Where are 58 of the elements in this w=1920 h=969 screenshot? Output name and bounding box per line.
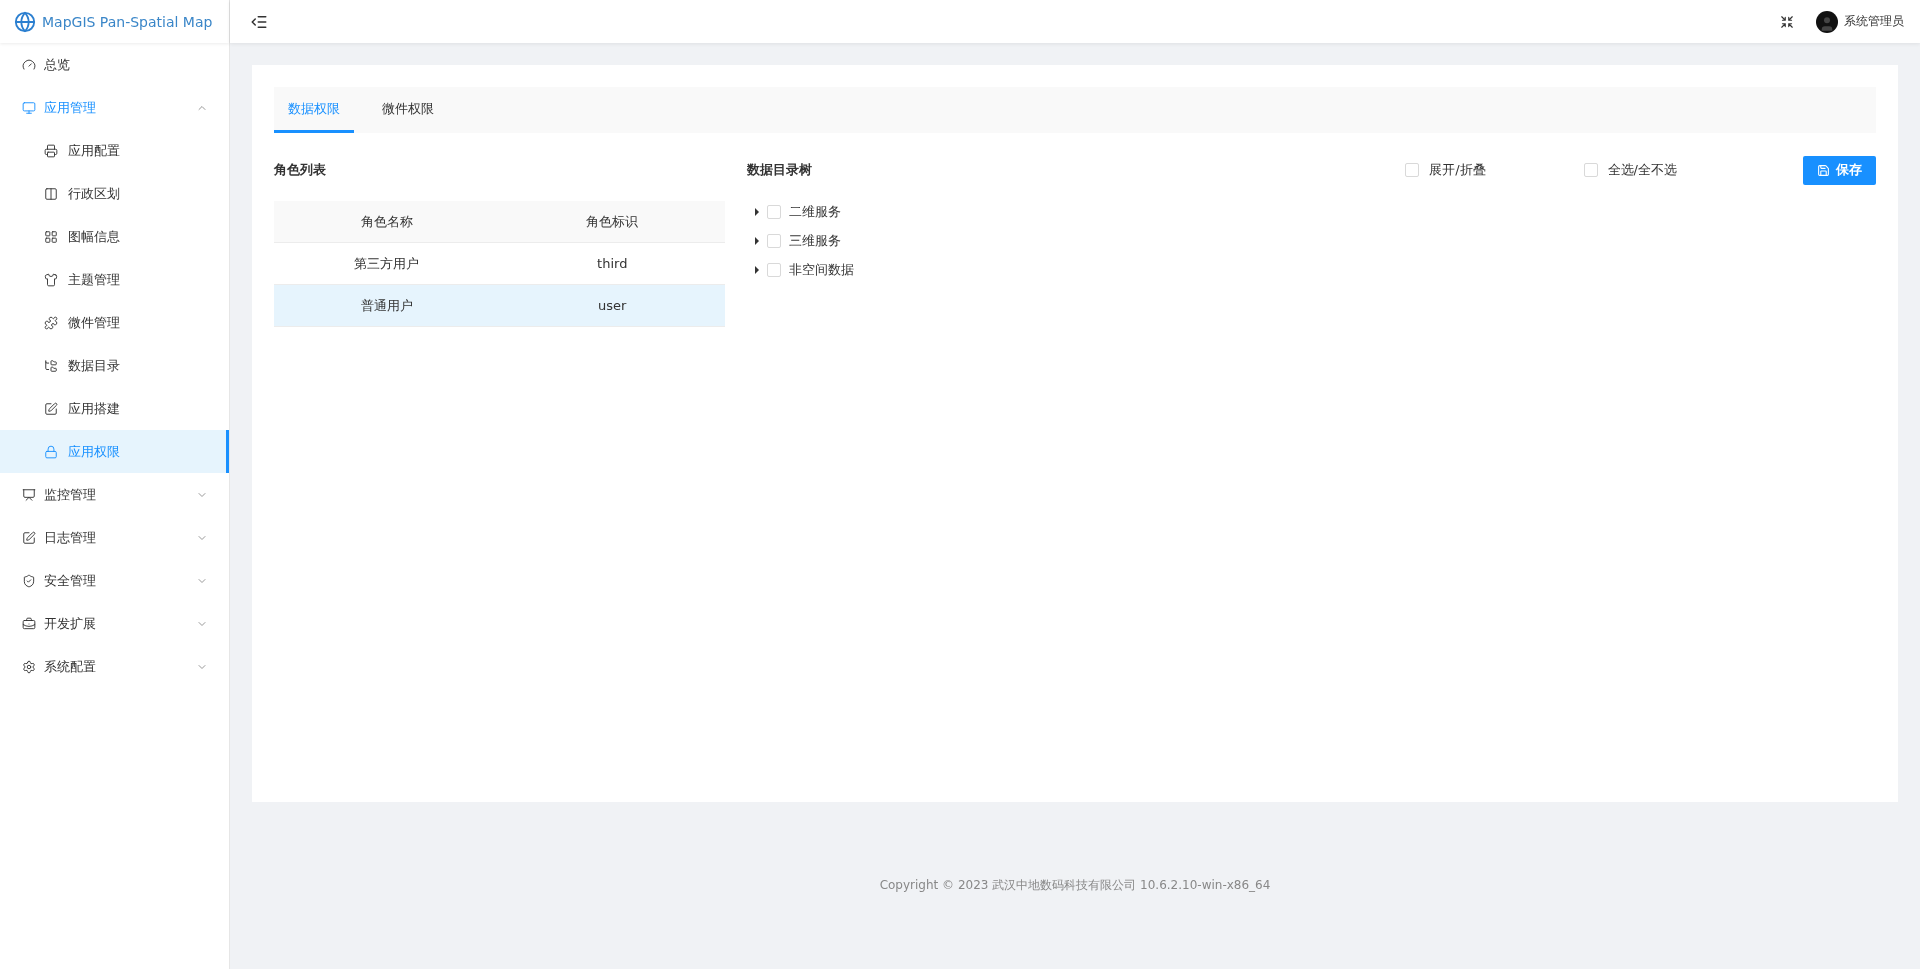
globe-icon [14, 10, 36, 33]
shield-icon [22, 573, 36, 588]
tree-node-label[interactable]: 二维服务 [789, 202, 841, 221]
printer-icon [44, 143, 58, 158]
shirt-icon [44, 272, 58, 287]
settings-icon [22, 659, 36, 674]
lock-icon [44, 444, 58, 459]
monitor-icon [22, 100, 36, 115]
checkbox-label: 展开/折叠 [1429, 161, 1486, 179]
column-header: 角色名称 [359, 212, 414, 231]
copyright-text: Copyright © 2023 武汉中地数码科技有限公司 10.6.2.10-win-x86_64 [879, 877, 1271, 894]
sidebar-item[interactable]: 微件管理 [0, 301, 229, 344]
puzzle-icon [44, 315, 58, 330]
gauge-icon [22, 57, 36, 72]
sidebar-item[interactable]: 应用搭建 [0, 387, 229, 430]
checkbox[interactable] [1405, 163, 1420, 177]
table-cell-text: 第三方用户 [353, 254, 421, 273]
sidebar-item[interactable]: 日志管理 [0, 516, 229, 559]
folder-tree-icon [44, 358, 58, 373]
grid-icon [44, 229, 58, 244]
sidebar-item[interactable]: 图幅信息 [0, 215, 229, 258]
tab[interactable]: 微件权限 [368, 87, 448, 133]
sidebar-item[interactable]: 开发扩展 [0, 602, 229, 645]
table-cell-text: user [597, 297, 628, 315]
avatar-icon[interactable] [1816, 10, 1838, 33]
sidebar-item[interactable]: 监控管理 [0, 473, 229, 516]
brand-logo[interactable]: MapGIS Pan-Spatial Map [0, 0, 229, 43]
save-icon [1817, 163, 1830, 177]
sidebar-item[interactable]: 总览 [0, 43, 229, 86]
briefcase-icon [22, 616, 36, 631]
sidebar-item[interactable]: 系统配置 [0, 645, 229, 688]
checkbox[interactable] [767, 233, 781, 248]
checkbox-label: 全选/全不选 [1607, 161, 1677, 179]
table-cell-text: 普通用户 [359, 296, 414, 315]
section-title: 数据目录树 [747, 161, 812, 179]
tree-node-label[interactable]: 三维服务 [789, 231, 841, 250]
caret-icon[interactable] [755, 265, 759, 274]
checkbox[interactable] [1583, 163, 1598, 177]
column-header: 角色标识 [585, 212, 640, 231]
sidebar-item[interactable]: 行政区划 [0, 172, 229, 215]
edit-icon [22, 530, 36, 545]
user-name[interactable]: 系统管理员 [1844, 13, 1904, 30]
section-title: 角色列表 [274, 161, 327, 179]
checkbox[interactable] [767, 204, 781, 219]
columns-icon [44, 186, 58, 201]
sidebar-item[interactable]: 应用配置 [0, 129, 229, 172]
table-row[interactable]: 普通用户 user [274, 285, 725, 327]
fullscreen-exit-icon[interactable] [1780, 14, 1794, 29]
sidebar-item[interactable]: 安全管理 [0, 559, 229, 602]
table-cell-text: third [596, 255, 629, 273]
caret-icon[interactable] [755, 207, 759, 216]
sidebar-item[interactable]: 主题管理 [0, 258, 229, 301]
caret-icon[interactable] [755, 236, 759, 245]
checkbox[interactable] [767, 262, 781, 277]
chart-board-icon [22, 487, 36, 502]
sidebar-item[interactable]: 数据目录 [0, 344, 229, 387]
tree-node-label[interactable]: 非空间数据 [789, 260, 854, 279]
edit-icon [44, 401, 58, 416]
